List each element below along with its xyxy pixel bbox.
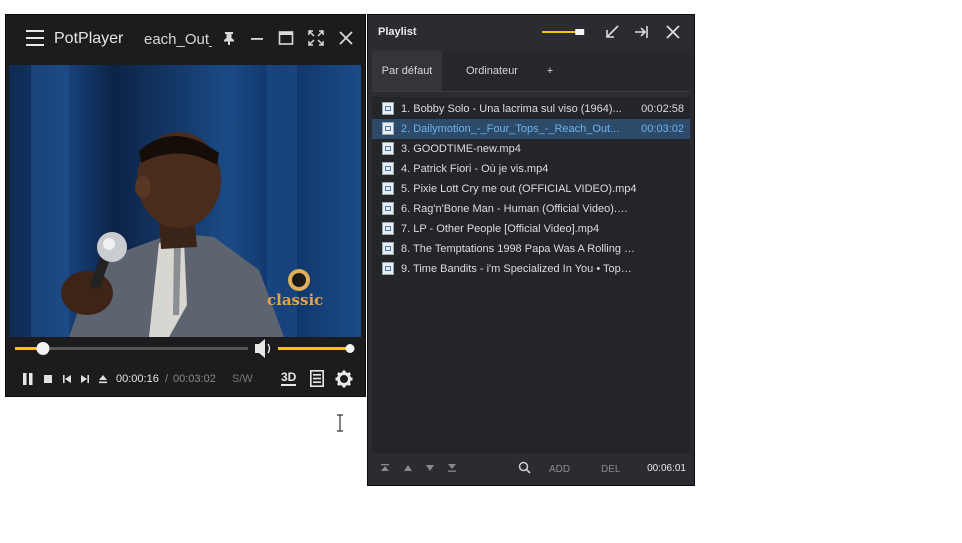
hamburger-menu-icon[interactable] <box>26 30 44 46</box>
tab-ordinateur[interactable]: Ordinateur <box>444 51 540 91</box>
playlist-total-time: 00:06:01 <box>647 463 686 474</box>
text-cursor-icon <box>337 414 343 432</box>
add-button[interactable]: ADD <box>549 464 570 475</box>
tab-par-defaut[interactable]: Par défaut <box>372 51 442 91</box>
fullscreen-icon[interactable] <box>307 29 325 47</box>
playlist-volume-slider[interactable] <box>542 29 590 35</box>
seek-handle[interactable] <box>36 342 50 355</box>
volume-handle[interactable] <box>345 344 355 353</box>
video-file-icon <box>382 102 394 115</box>
settings-gear-icon[interactable] <box>335 370 353 388</box>
sw-button[interactable]: S/W <box>232 373 253 385</box>
current-time: 00:00:16 <box>116 373 159 385</box>
list-item[interactable]: 5. Pixie Lott Cry me out (OFFICIAL VIDEO… <box>372 179 690 199</box>
video-file-icon <box>382 202 394 215</box>
list-item[interactable]: 3. GOODTIME-new.mp4 <box>372 139 690 159</box>
3d-button[interactable]: 3D <box>281 371 297 386</box>
close-icon[interactable] <box>337 29 355 47</box>
video-file-icon <box>382 142 394 155</box>
tab-add[interactable]: + <box>542 51 558 91</box>
list-item[interactable]: 4. Patrick Fiori - Où je vis.mp4 <box>372 159 690 179</box>
list-item[interactable]: 7. LP - Other People [Official Video].mp… <box>372 219 690 239</box>
pin-right-icon[interactable] <box>634 25 650 39</box>
playlist-title: Playlist <box>378 26 417 38</box>
video-file-icon <box>382 222 394 235</box>
move-down-icon[interactable] <box>425 463 435 473</box>
total-time: 00:03:02 <box>173 373 216 385</box>
playback-controls: 00:00:16 / 00:03:02 S/W 3D <box>6 365 365 393</box>
time-separator: / <box>165 373 169 385</box>
playlist-tabs: Par défaut Ordinateur + <box>372 51 690 92</box>
video-file-icon <box>382 182 394 195</box>
list-item[interactable]: 1. Bobby Solo - Una lacrima sul viso (19… <box>372 99 690 119</box>
move-up-icon[interactable] <box>403 463 413 473</box>
video-file-icon <box>382 162 394 175</box>
playlist-toggle-icon[interactable] <box>310 370 324 387</box>
video-content-image: classic <box>31 65 323 337</box>
minimize-icon[interactable] <box>248 29 266 47</box>
previous-icon[interactable] <box>62 374 72 384</box>
playlist-close-icon[interactable] <box>665 24 681 40</box>
player-titlebar[interactable]: PotPlayer each_Out_Is <box>6 15 365 63</box>
list-item[interactable]: 9. Time Bandits - i'm Specialized In You… <box>372 259 690 279</box>
pause-icon[interactable] <box>22 373 34 385</box>
pin-icon[interactable] <box>220 29 238 47</box>
playlist-bottom-bar: ADD DEL 00:06:01 <box>372 455 690 481</box>
volume-level <box>278 347 350 350</box>
playlist-list: 1. Bobby Solo - Una lacrima sul viso (19… <box>372 97 690 453</box>
delete-button[interactable]: DEL <box>601 464 620 475</box>
video-file-icon <box>382 122 394 135</box>
current-file-title: each_Out_Is <box>144 31 212 48</box>
seek-track[interactable] <box>15 347 248 350</box>
move-top-icon[interactable] <box>380 463 390 473</box>
move-bottom-icon[interactable] <box>447 463 457 473</box>
seek-row <box>6 338 365 358</box>
playlist-window: Playlist Par défaut Ordinateur + 1. Bobb… <box>367 14 695 486</box>
list-item[interactable]: 6. Rag'n'Bone Man - Human (Official Vide… <box>372 199 690 219</box>
dock-arrow-icon[interactable] <box>604 24 620 40</box>
channel-logo-text: classic <box>267 291 323 309</box>
app-title: PotPlayer <box>54 30 124 47</box>
list-item-selected[interactable]: 2. Dailymotion_-_Four_Tops_-_Reach_Out..… <box>372 119 690 139</box>
video-file-icon <box>382 242 394 255</box>
video-file-icon <box>382 262 394 275</box>
player-window: PotPlayer each_Out_Is <box>5 14 366 397</box>
eject-icon[interactable] <box>98 374 108 384</box>
video-frame[interactable]: classic <box>9 65 361 337</box>
stop-icon[interactable] <box>43 374 53 384</box>
list-item[interactable]: 8. The Temptations 1998 Papa Was A Rolli… <box>372 239 690 259</box>
maximize-icon[interactable] <box>277 29 295 47</box>
speaker-icon[interactable] <box>255 339 271 358</box>
next-icon[interactable] <box>80 374 90 384</box>
search-icon[interactable] <box>518 461 531 474</box>
